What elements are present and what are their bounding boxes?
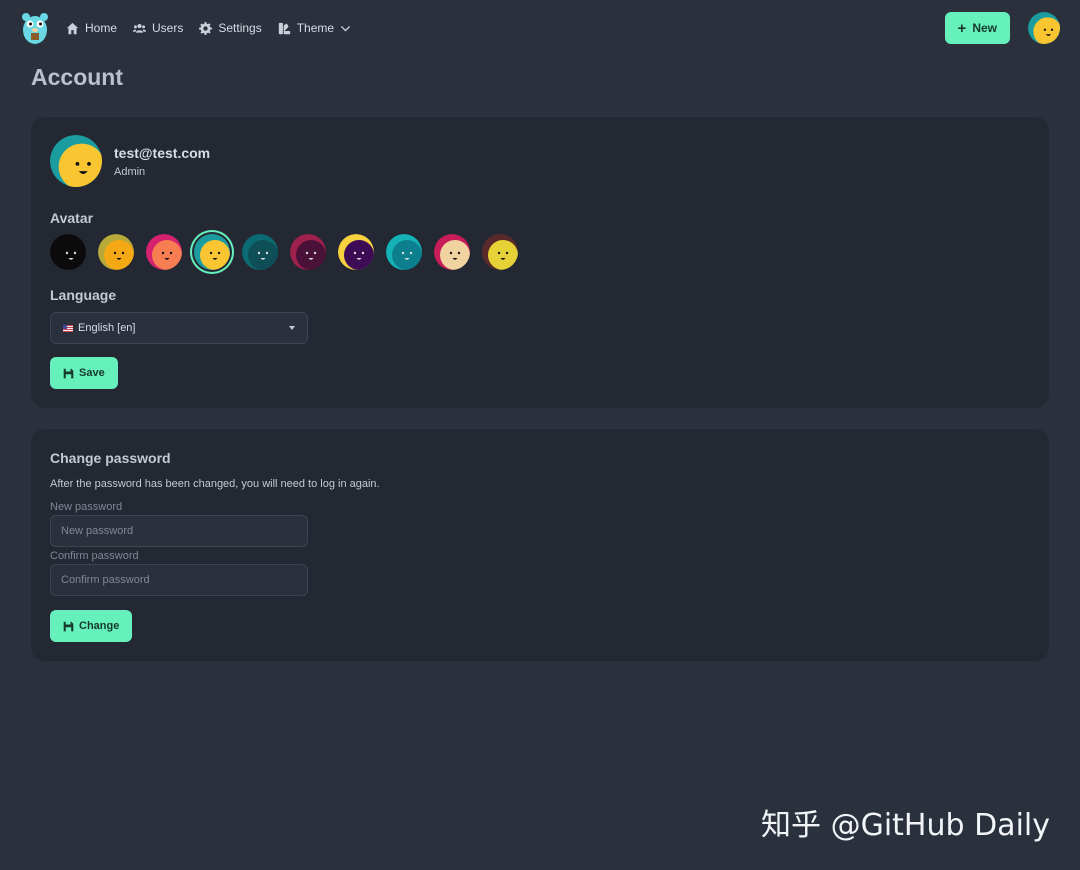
avatar-option[interactable] — [338, 234, 374, 270]
caret-down-icon — [289, 326, 295, 330]
confirm-password-label: Confirm password — [50, 550, 139, 562]
avatar-option[interactable] — [386, 234, 422, 270]
change-password-title: Change password — [50, 450, 171, 466]
nav-users[interactable]: Users — [133, 21, 183, 35]
new-button-label: New — [972, 21, 997, 35]
confirm-password-input[interactable] — [50, 564, 308, 596]
nav-theme-label: Theme — [296, 21, 335, 35]
account-card: test@test.com Admin Avatar Language Engl… — [31, 117, 1049, 408]
language-select[interactable]: English [en] — [50, 312, 308, 344]
avatar-option[interactable] — [482, 234, 518, 270]
avatar-option[interactable] — [98, 234, 134, 270]
floppy-disk-icon — [63, 621, 74, 631]
profile-role: Admin — [114, 165, 146, 178]
chevron-down-icon — [340, 25, 351, 32]
nav-settings-label: Settings — [218, 21, 262, 35]
change-button-label: Change — [79, 620, 120, 632]
nav-users-label: Users — [152, 21, 184, 35]
profile-email: test@test.com — [114, 144, 211, 161]
new-password-label: New password — [50, 501, 123, 513]
nav-home[interactable]: Home — [66, 21, 117, 35]
change-password-hint: After the password has been changed, you… — [50, 478, 380, 490]
nav-theme-dropdown[interactable]: Theme — [278, 21, 351, 35]
new-password-input[interactable] — [50, 515, 308, 547]
plus-icon: + — [957, 19, 967, 37]
home-icon — [66, 22, 79, 34]
navbar: Home Users Settings Theme + New — [0, 0, 1080, 56]
profile-header: test@test.com Admin — [50, 135, 210, 187]
us-flag-icon — [63, 324, 73, 332]
floppy-disk-icon — [63, 368, 74, 378]
watermark: 知乎 @GitHub Daily — [761, 808, 1050, 843]
save-button[interactable]: Save — [50, 357, 118, 389]
palette-icon — [278, 22, 290, 34]
nav-settings[interactable]: Settings — [199, 21, 262, 35]
gopher-logo-icon[interactable] — [20, 11, 50, 45]
save-button-label: Save — [79, 367, 105, 379]
new-button[interactable]: + New — [944, 12, 1010, 44]
avatar-option[interactable] — [50, 234, 86, 270]
avatar-option[interactable] — [290, 234, 326, 270]
page-title: Account — [31, 64, 123, 90]
user-avatar-icon[interactable] — [1028, 12, 1060, 44]
avatar-option[interactable] — [434, 234, 470, 270]
language-select-value: English [en] — [78, 322, 136, 334]
users-icon — [133, 23, 147, 33]
gear-icon — [199, 21, 213, 35]
avatar-option[interactable] — [242, 234, 278, 270]
nav-home-label: Home — [85, 21, 118, 35]
profile-avatar — [50, 135, 102, 187]
avatar-option[interactable] — [146, 234, 182, 270]
avatar-section-label: Avatar — [50, 210, 94, 226]
change-password-card: Change password After the password has b… — [31, 429, 1049, 661]
change-button[interactable]: Change — [50, 610, 133, 642]
avatar-picker — [50, 234, 518, 270]
language-section-label: Language — [50, 287, 117, 303]
avatar-option[interactable] — [194, 234, 230, 270]
